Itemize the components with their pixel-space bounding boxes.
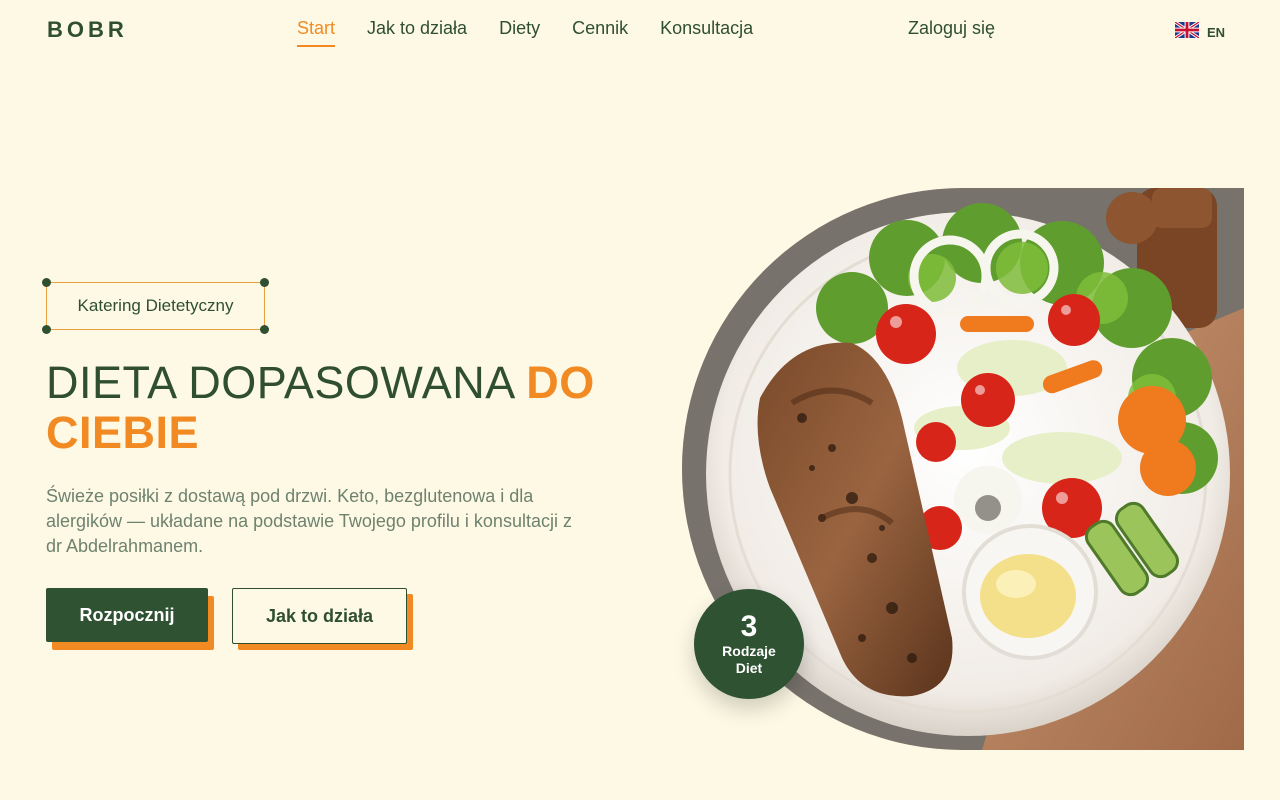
- site-header: BOBR Start Jak to działa Diety Cennik Ko…: [0, 0, 1280, 62]
- category-badge: Katering Dietetyczny: [42, 278, 269, 334]
- stat-label: Rodzaje Diet: [722, 643, 776, 676]
- nav-item-start[interactable]: Start: [297, 18, 336, 47]
- nav-item-how-it-works[interactable]: Jak to działa: [367, 18, 467, 47]
- start-button[interactable]: Rozpocznij: [46, 588, 208, 642]
- how-it-works-button-wrap: Jak to działa: [232, 588, 413, 650]
- how-it-works-button[interactable]: Jak to działa: [232, 588, 407, 644]
- main-nav: Start Jak to działa Diety Cennik Konsult…: [297, 18, 753, 47]
- stat-value: 3: [740, 610, 758, 643]
- diet-types-stat-badge: 3 Rodzaje Diet: [694, 589, 804, 699]
- brand-logo[interactable]: BOBR: [47, 17, 128, 43]
- corner-dot: [260, 278, 269, 287]
- nav-item-pricing[interactable]: Cennik: [572, 18, 628, 47]
- corner-dot: [42, 278, 51, 287]
- login-link[interactable]: Zaloguj się: [908, 18, 995, 39]
- corner-dot: [42, 325, 51, 334]
- nav-item-consultation[interactable]: Konsultacja: [660, 18, 753, 47]
- hero-title: DIETA DOPASOWANA DO CIEBIE: [46, 358, 606, 458]
- hero-title-main: DIETA DOPASOWANA: [46, 357, 527, 408]
- nav-item-diets[interactable]: Diety: [499, 18, 540, 47]
- language-code: EN: [1207, 25, 1226, 40]
- category-badge-label: Katering Dietetyczny: [77, 296, 234, 315]
- uk-flag-icon: [1174, 20, 1200, 43]
- language-switcher[interactable]: EN: [1174, 20, 1226, 43]
- hero-description: Świeże posiłki z dostawą pod drzwi. Keto…: [46, 486, 572, 556]
- start-button-wrap: Rozpocznij: [46, 588, 214, 650]
- corner-dot: [260, 325, 269, 334]
